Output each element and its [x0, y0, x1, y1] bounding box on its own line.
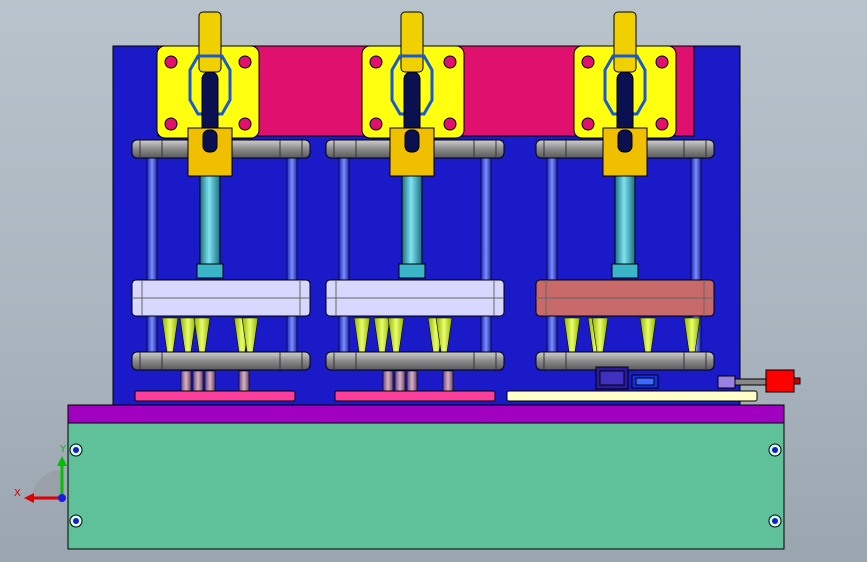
lower-rail[interactable] — [325, 351, 505, 371]
ejector-pin — [406, 370, 418, 392]
ejector-pin — [394, 370, 406, 392]
ejector-pin — [180, 370, 192, 392]
guide-column — [480, 149, 492, 361]
plate-bolt-icon — [655, 117, 669, 131]
plate-bolt-icon — [164, 117, 178, 131]
piston-nut — [611, 263, 639, 279]
plate-bolt-icon — [238, 117, 252, 131]
piston-rod — [199, 175, 221, 267]
lever-tip — [617, 129, 633, 153]
guide-column — [146, 149, 158, 361]
plate-bolt-icon — [443, 117, 457, 131]
piston-rod — [614, 175, 636, 267]
piston-nut — [398, 263, 426, 279]
piston-rod — [401, 175, 423, 267]
plate-bolt-icon — [369, 117, 383, 131]
clamp-handle[interactable] — [613, 11, 637, 73]
guide-column — [338, 149, 350, 361]
ejector-pin — [442, 370, 454, 392]
plate-bolt-icon — [581, 55, 595, 69]
axis-triad-icon[interactable]: X Y — [14, 444, 67, 503]
bottom-pad[interactable] — [506, 390, 758, 402]
clamp-handle[interactable] — [400, 11, 424, 73]
plate-bolt-icon — [164, 55, 178, 69]
ejector-pin — [204, 370, 216, 392]
base-screw-top-left — [69, 443, 83, 457]
guide-column — [286, 149, 298, 361]
lower-rail[interactable] — [131, 351, 311, 371]
ejector-pin — [192, 370, 204, 392]
plate-bolt-icon — [238, 55, 252, 69]
plate-bolt-icon — [443, 55, 457, 69]
ejector-pin — [238, 370, 250, 392]
cad-viewport[interactable]: X Y — [0, 0, 867, 562]
lever-tip — [404, 129, 420, 153]
base-screw-bottom-left — [69, 514, 83, 528]
bottom-pad[interactable] — [134, 390, 296, 402]
base-screw-bottom-right — [768, 514, 782, 528]
piston-nut — [196, 263, 224, 279]
base-screw-top-right — [768, 443, 782, 457]
z-axis-dot-icon — [58, 494, 66, 502]
guide-column — [546, 149, 558, 361]
plate-bolt-icon — [581, 117, 595, 131]
clamp-handle[interactable] — [198, 11, 222, 73]
y-axis-label: Y — [59, 444, 67, 455]
plate-bolt-icon — [655, 55, 669, 69]
plate-bolt-icon — [369, 55, 383, 69]
base-top-strip[interactable] — [67, 404, 785, 425]
ejector-pin — [382, 370, 394, 392]
base-body[interactable] — [67, 422, 785, 550]
x-axis-label: X — [14, 488, 21, 499]
lever-tip — [202, 129, 218, 153]
bottom-pad[interactable] — [334, 390, 496, 402]
